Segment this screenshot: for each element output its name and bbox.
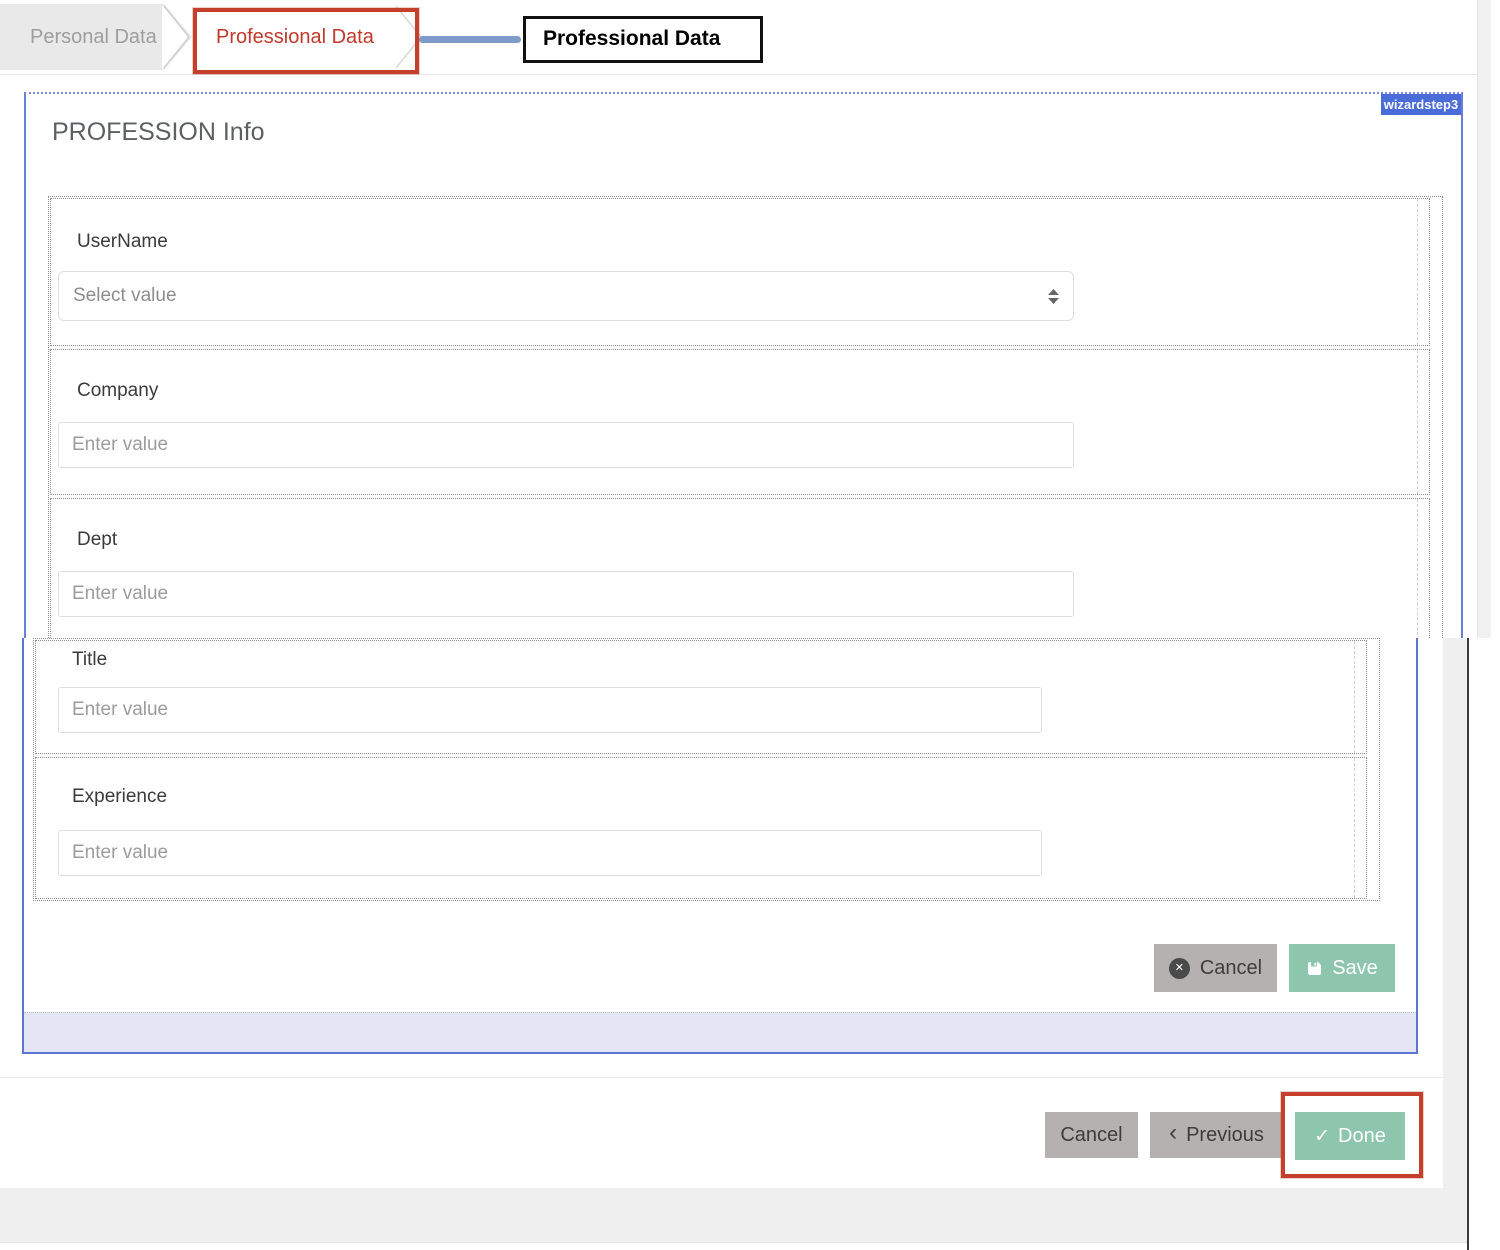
save-floppy-icon <box>1306 960 1323 977</box>
annotation-connector-line <box>419 36 521 43</box>
tab-personal-data[interactable]: Personal Data <box>30 26 157 49</box>
panel-footer-strip <box>24 1012 1416 1052</box>
username-select[interactable]: Select value <box>58 271 1074 321</box>
bottom-screenshot-gutter <box>1443 638 1467 1243</box>
title-input[interactable] <box>58 687 1042 733</box>
wizard-previous-button[interactable]: ‹ Previous <box>1150 1112 1283 1158</box>
title-label: Title <box>72 649 107 671</box>
tab-chevron-icon <box>162 5 192 69</box>
wizardstep-badge: wizardstep3 <box>1381 94 1461 115</box>
section-heading: PROFESSION Info <box>52 118 265 147</box>
field-username: UserName Select value <box>50 198 1430 346</box>
wizard-step-panel-top: wizardstep3 PROFESSION Info UserName Sel… <box>24 92 1463 638</box>
company-label: Company <box>77 380 158 402</box>
company-input[interactable] <box>58 422 1074 468</box>
fields-container-top: UserName Select value Company Dept <box>48 196 1443 638</box>
page-bottom-strip <box>0 1188 1467 1243</box>
page-right-strip <box>1477 0 1491 638</box>
page: Personal Data Professional Data Professi… <box>0 0 1500 1250</box>
username-select-value: Select value <box>73 285 177 307</box>
fields-container-bottom: Title Experience <box>33 638 1380 901</box>
wizard-cancel-label: Cancel <box>1060 1124 1122 1147</box>
bottom-screenshot-edge <box>1467 638 1469 1250</box>
dept-input[interactable] <box>58 571 1074 617</box>
select-arrows-icon <box>1048 289 1059 304</box>
field-company: Company <box>50 349 1430 495</box>
experience-label: Experience <box>72 786 167 808</box>
wizard-step-panel-bottom: Title Experience ✕ Cancel Save <box>22 638 1418 1054</box>
footer-divider <box>0 1077 1443 1078</box>
wizard-previous-label: Previous <box>1186 1124 1264 1147</box>
experience-input[interactable] <box>58 830 1042 876</box>
previous-chevron-icon: ‹ <box>1169 1119 1177 1147</box>
form-save-button[interactable]: Save <box>1289 944 1395 992</box>
annotation-box-done <box>1281 1092 1423 1178</box>
annotation-callout-label: Professional Data <box>523 16 763 63</box>
wizard-cancel-button[interactable]: Cancel <box>1045 1112 1138 1158</box>
field-experience: Experience <box>35 757 1367 899</box>
form-save-label: Save <box>1332 957 1378 980</box>
field-dept: Dept <box>50 498 1430 638</box>
form-cancel-label: Cancel <box>1200 957 1262 980</box>
annotation-box-professional-tab <box>193 8 419 74</box>
username-label: UserName <box>77 231 168 253</box>
field-title: Title <box>35 640 1367 754</box>
form-cancel-button[interactable]: ✕ Cancel <box>1154 944 1277 992</box>
cancel-circle-icon: ✕ <box>1169 958 1190 979</box>
dept-label: Dept <box>77 529 117 551</box>
tabbar-divider <box>0 74 1490 75</box>
